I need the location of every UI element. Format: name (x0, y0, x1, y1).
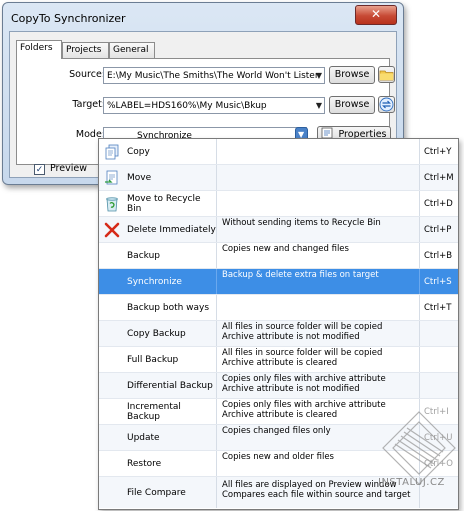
option-name: Full Backup (127, 354, 179, 365)
option-description: Copies only files with archive attribute (222, 374, 386, 384)
copy-icon (103, 143, 121, 161)
list-item-differential-backup[interactable]: Differential Backup Copies only files wi… (99, 373, 458, 399)
target-swap-button[interactable] (378, 96, 395, 113)
list-item-move[interactable]: Move Ctrl+M (99, 165, 458, 191)
option-description-2: Archive attribute is not modified (222, 332, 360, 342)
option-name: Backup both ways (127, 302, 210, 313)
chevron-down-icon: ▼ (315, 71, 322, 80)
swap-icon (379, 97, 394, 112)
target-label: Target: (72, 99, 105, 110)
option-name: Incremental Backup (127, 401, 181, 422)
option-shortcut: Ctrl+I (424, 406, 449, 417)
list-item-copy-backup[interactable]: Copy Backup All files in source folder w… (99, 321, 458, 347)
option-name: Move (127, 172, 152, 183)
preview-label: Preview (50, 163, 87, 174)
list-item-full-backup[interactable]: Full Backup All files in source folder w… (99, 347, 458, 373)
delete-icon (103, 221, 121, 239)
option-description: All files in source folder will be copie… (222, 322, 383, 332)
source-combo[interactable]: E:\My Music\The Smiths\The World Won't L… (103, 67, 325, 84)
source-folder-button[interactable] (378, 66, 395, 83)
move-icon (103, 169, 121, 187)
option-shortcut: Ctrl+P (424, 224, 452, 235)
list-item-synchronize[interactable]: Synchronize Backup & delete extra files … (99, 269, 458, 295)
option-description: Copies changed files only (222, 426, 331, 436)
mode-label: Mode: (75, 129, 105, 140)
option-shortcut: Ctrl+D (424, 198, 453, 209)
source-browse-button[interactable]: Browse (329, 66, 375, 84)
option-description: All files in source folder will be copie… (222, 348, 383, 358)
target-browse-button[interactable]: Browse (329, 96, 375, 114)
close-icon: ✕ (370, 7, 382, 21)
option-shortcut: Ctrl+B (424, 250, 453, 261)
list-item-copy[interactable]: Copy Ctrl+Y (99, 139, 458, 165)
folder-icon (379, 70, 394, 81)
option-description: Copies only files with archive attribute (222, 400, 386, 410)
list-item-update[interactable]: Update Copies changed files only Ctrl+U (99, 425, 458, 451)
tab-general[interactable]: General (109, 42, 155, 58)
target-combo[interactable]: %LABEL=HDS160%\My Music\Bkup ▼ (103, 97, 325, 114)
option-description-2: Archive attribute is cleared (222, 410, 338, 420)
option-shortcut: Ctrl+O (424, 458, 453, 469)
list-item-delete-immediately[interactable]: Delete Immediately Without sending items… (99, 217, 458, 243)
option-shortcut: Ctrl+S (424, 276, 452, 287)
option-shortcut: Ctrl+T (424, 302, 452, 313)
list-item-restore[interactable]: Restore Copies new and older files Ctrl+… (99, 451, 458, 477)
list-item-move-to-recycle-bin[interactable]: Move to Recycle Bin Ctrl+D (99, 191, 458, 217)
option-description-2: Compares each file within source and tar… (222, 490, 411, 500)
title-bar[interactable]: CopyTo Synchronizer ✕ (3, 3, 403, 31)
source-label: Source: (69, 69, 105, 80)
tab-projects[interactable]: Projects (62, 42, 109, 58)
option-name: Synchronize (127, 276, 182, 287)
option-description: Without sending items to Recycle Bin (222, 218, 381, 228)
option-name: Delete Immediately (127, 224, 216, 235)
option-name: File Compare (127, 487, 186, 498)
option-name: Update (127, 432, 160, 443)
option-shortcut: Ctrl+U (424, 432, 453, 443)
option-description-2: Archive attribute is not modified (222, 384, 360, 394)
list-item-incremental-backup[interactable]: Incremental Backup Copies only files wit… (99, 399, 458, 425)
option-description: Copies new and older files (222, 452, 334, 462)
close-button[interactable]: ✕ (355, 5, 397, 25)
option-description-2: Archive attribute is cleared (222, 358, 338, 368)
option-shortcut: Ctrl+M (424, 172, 454, 183)
window-title: CopyTo Synchronizer (11, 12, 126, 25)
option-name: Move to Recycle Bin (127, 193, 201, 214)
watermark-text: INSTALUJ.CZ (378, 477, 445, 488)
target-value: %LABEL=HDS160%\My Music\Bkup (107, 101, 267, 111)
chevron-down-icon: ▼ (315, 101, 322, 110)
option-name: Copy (127, 146, 150, 157)
option-name: Copy Backup (127, 328, 186, 339)
source-value: E:\My Music\The Smiths\The World Won't L… (107, 71, 319, 81)
mode-dropdown-list: Copy Ctrl+Y Move Ctrl+M Move to Recycle … (98, 138, 459, 510)
option-description: Backup & delete extra files on target (222, 270, 379, 280)
list-item-backup[interactable]: Backup Copies new and changed files Ctrl… (99, 243, 458, 269)
tab-folders[interactable]: Folders (16, 40, 62, 59)
option-name: Restore (127, 458, 162, 469)
preview-checkbox[interactable]: ✓ (34, 164, 45, 175)
option-name: Backup (127, 250, 160, 261)
option-shortcut: Ctrl+Y (424, 146, 452, 157)
option-description: Copies new and changed files (222, 244, 349, 254)
option-name: Differential Backup (127, 380, 213, 391)
list-item-backup-both-ways[interactable]: Backup both ways Ctrl+T (99, 295, 458, 321)
recycle-bin-icon (103, 195, 121, 213)
